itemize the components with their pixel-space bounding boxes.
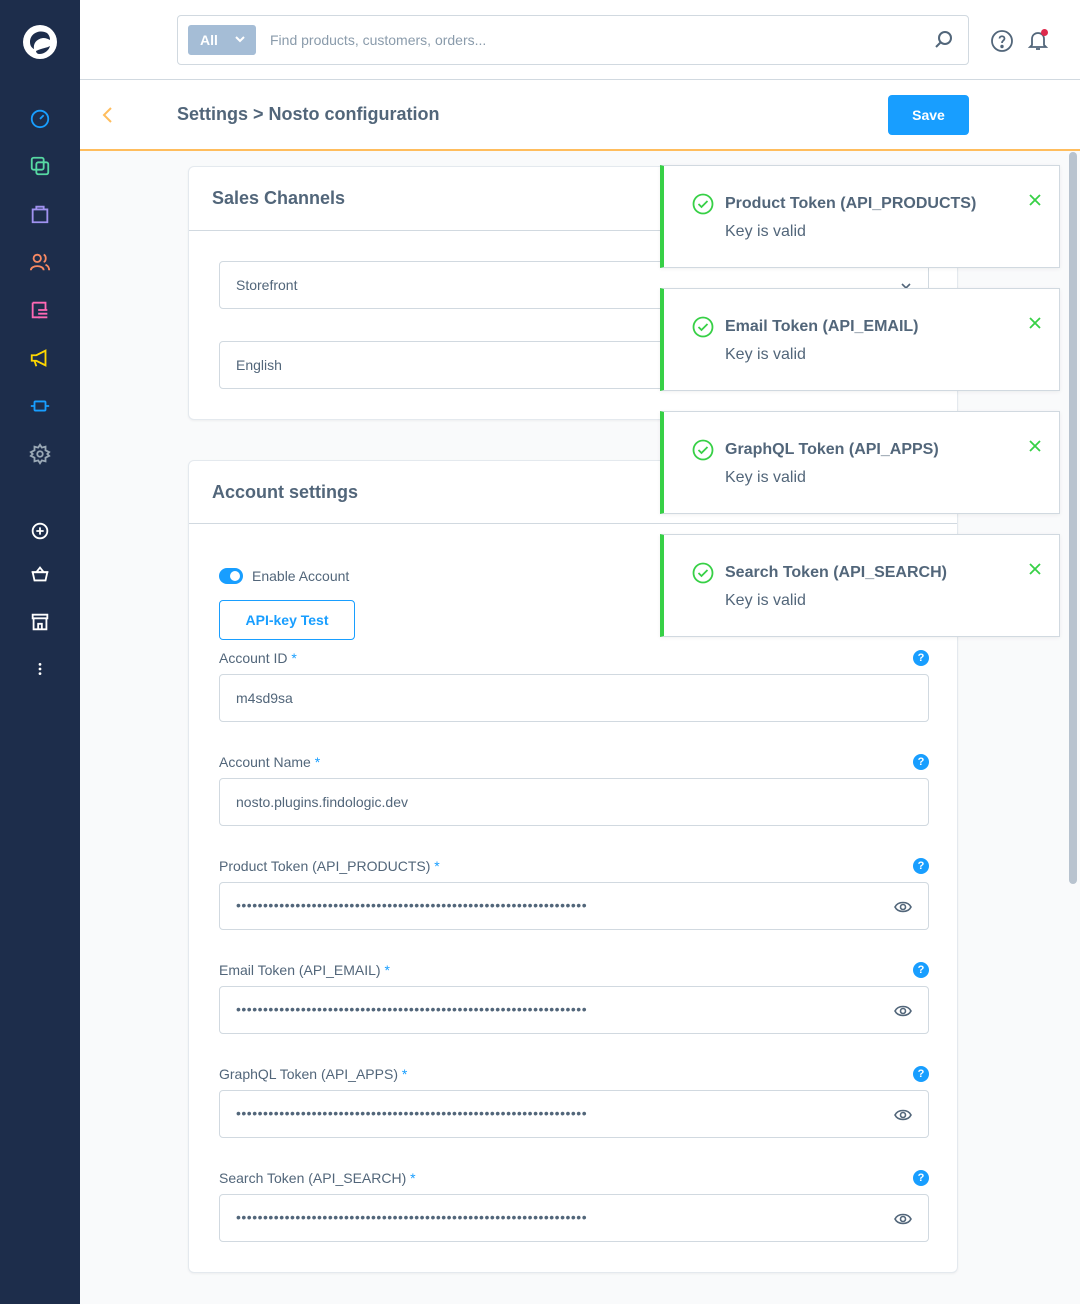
account-name-label: Account Name * bbox=[219, 754, 320, 770]
email-token-input[interactable]: ••••••••••••••••••••••••••••••••••••••••… bbox=[219, 986, 929, 1034]
basket-icon[interactable] bbox=[28, 562, 52, 586]
enable-account-toggle[interactable] bbox=[219, 568, 243, 584]
extensions-icon[interactable] bbox=[28, 394, 52, 418]
orders-icon[interactable] bbox=[28, 202, 52, 226]
success-toast: Product Token (API_PRODUCTS) Key is vali… bbox=[660, 165, 1060, 268]
help-tooltip-icon[interactable]: ? bbox=[913, 858, 929, 874]
close-icon[interactable] bbox=[1028, 316, 1042, 330]
toast-message: Key is valid bbox=[725, 223, 806, 240]
help-tooltip-icon[interactable]: ? bbox=[913, 1170, 929, 1186]
email-token-value: ••••••••••••••••••••••••••••••••••••••••… bbox=[236, 1001, 588, 1017]
check-circle-icon bbox=[692, 562, 714, 584]
marketing-icon[interactable] bbox=[28, 346, 52, 370]
notification-badge bbox=[1041, 29, 1048, 36]
account-id-label: Account ID * bbox=[219, 650, 297, 666]
storefront-icon[interactable] bbox=[28, 610, 52, 634]
help-tooltip-icon[interactable]: ? bbox=[913, 1066, 929, 1082]
page-header: Settings > Nosto configuration Save bbox=[80, 80, 1080, 151]
product-token-label-text: Product Token (API_PRODUCTS) bbox=[219, 858, 431, 874]
check-circle-icon bbox=[692, 193, 714, 215]
sales-channel-value: Storefront bbox=[236, 277, 298, 293]
settings-icon[interactable] bbox=[28, 442, 52, 466]
product-token-input[interactable]: ••••••••••••••••••••••••••••••••••••••••… bbox=[219, 882, 929, 930]
content-icon[interactable] bbox=[28, 298, 52, 322]
search-type-label: All bbox=[200, 32, 218, 48]
required-mark: * bbox=[384, 962, 390, 978]
help-tooltip-icon[interactable]: ? bbox=[913, 754, 929, 770]
toast-title: Email Token (API_EMAIL) bbox=[725, 318, 919, 335]
search-token-label-text: Search Token (API_SEARCH) bbox=[219, 1170, 407, 1186]
success-toast: Email Token (API_EMAIL) Key is valid bbox=[660, 288, 1060, 391]
search-token-label: Search Token (API_SEARCH) * bbox=[219, 1170, 416, 1186]
scrollbar[interactable] bbox=[1069, 152, 1077, 884]
enable-account-label: Enable Account bbox=[252, 568, 350, 584]
account-name-input[interactable] bbox=[219, 778, 929, 826]
graphql-token-input[interactable]: ••••••••••••••••••••••••••••••••••••••••… bbox=[219, 1090, 929, 1138]
required-mark: * bbox=[434, 858, 440, 874]
eye-icon[interactable] bbox=[894, 1211, 912, 1227]
back-arrow-icon[interactable] bbox=[100, 105, 116, 125]
toast-title: Search Token (API_SEARCH) bbox=[725, 564, 947, 581]
eye-icon[interactable] bbox=[894, 1107, 912, 1123]
help-icon[interactable] bbox=[990, 29, 1014, 53]
dashboard-icon[interactable] bbox=[28, 106, 52, 130]
account-name-label-text: Account Name bbox=[219, 754, 311, 770]
chevron-down-icon bbox=[235, 36, 245, 43]
toast-message: Key is valid bbox=[725, 592, 806, 609]
email-token-label: Email Token (API_EMAIL) * bbox=[219, 962, 390, 978]
customers-icon[interactable] bbox=[28, 250, 52, 274]
products-icon[interactable] bbox=[28, 154, 52, 178]
search-icon[interactable] bbox=[934, 30, 954, 50]
close-icon[interactable] bbox=[1028, 439, 1042, 453]
product-token-value: ••••••••••••••••••••••••••••••••••••••••… bbox=[236, 897, 588, 913]
admin-sidebar bbox=[0, 0, 80, 1304]
graphql-token-label-text: GraphQL Token (API_APPS) bbox=[219, 1066, 398, 1082]
top-bar: All bbox=[80, 0, 1080, 80]
shopware-logo[interactable] bbox=[22, 24, 58, 60]
success-toast: GraphQL Token (API_APPS) Key is valid bbox=[660, 411, 1060, 514]
api-key-test-button[interactable]: API-key Test bbox=[219, 600, 355, 640]
graphql-token-label: GraphQL Token (API_APPS) * bbox=[219, 1066, 407, 1082]
toast-message: Key is valid bbox=[725, 469, 806, 486]
required-mark: * bbox=[410, 1170, 416, 1186]
save-button[interactable]: Save bbox=[888, 95, 969, 135]
email-token-label-text: Email Token (API_EMAIL) bbox=[219, 962, 381, 978]
search-type-select[interactable]: All bbox=[188, 25, 256, 55]
close-icon[interactable] bbox=[1028, 562, 1042, 576]
close-icon[interactable] bbox=[1028, 193, 1042, 207]
account-id-input[interactable] bbox=[219, 674, 929, 722]
help-tooltip-icon[interactable]: ? bbox=[913, 962, 929, 978]
search-token-input[interactable]: ••••••••••••••••••••••••••••••••••••••••… bbox=[219, 1194, 929, 1242]
toast-message: Key is valid bbox=[725, 346, 806, 363]
more-icon[interactable] bbox=[28, 657, 52, 681]
search-input[interactable] bbox=[270, 28, 910, 52]
check-circle-icon bbox=[692, 316, 714, 338]
eye-icon[interactable] bbox=[894, 899, 912, 915]
help-tooltip-icon[interactable]: ? bbox=[913, 650, 929, 666]
language-value: English bbox=[236, 357, 282, 373]
search-token-value: ••••••••••••••••••••••••••••••••••••••••… bbox=[236, 1209, 588, 1225]
required-mark: * bbox=[314, 754, 321, 770]
success-toast: Search Token (API_SEARCH) Key is valid bbox=[660, 534, 1060, 637]
product-token-label: Product Token (API_PRODUCTS) * bbox=[219, 858, 440, 874]
add-sales-channel-icon[interactable] bbox=[28, 519, 52, 543]
global-search: All bbox=[177, 15, 969, 65]
eye-icon[interactable] bbox=[894, 1003, 912, 1019]
toast-title: Product Token (API_PRODUCTS) bbox=[725, 195, 977, 212]
page-title: Settings > Nosto configuration bbox=[177, 104, 440, 124]
graphql-token-value: ••••••••••••••••••••••••••••••••••••••••… bbox=[236, 1105, 588, 1121]
toast-title: GraphQL Token (API_APPS) bbox=[725, 441, 939, 458]
required-mark: * bbox=[401, 1066, 408, 1082]
account-id-label-text: Account ID bbox=[219, 650, 288, 666]
check-circle-icon bbox=[692, 439, 714, 461]
required-mark: * bbox=[291, 650, 297, 666]
